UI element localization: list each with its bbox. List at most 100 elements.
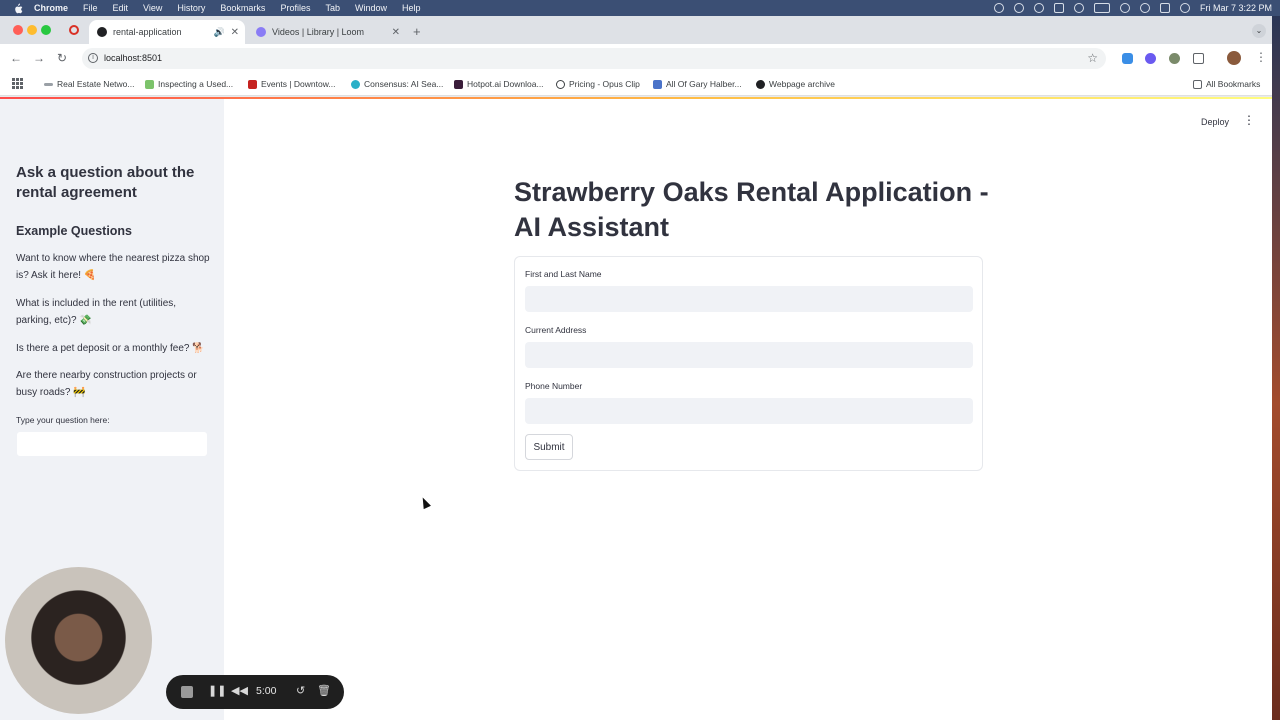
play-icon[interactable] [1033, 3, 1044, 13]
bookmark-item[interactable]: Inspecting a Used... [145, 79, 233, 89]
bookmark-item[interactable]: Pricing - Opus Clip [556, 79, 640, 89]
bookmark-favicon-icon [145, 79, 154, 89]
menu-view[interactable]: View [143, 3, 162, 13]
bookmark-star-icon[interactable]: ☆ [1087, 51, 1098, 65]
bookmark-label: Events | Downtow... [261, 79, 336, 89]
menu-history[interactable]: History [177, 3, 205, 13]
bookmark-label: Inspecting a Used... [158, 79, 234, 89]
loom-favicon-icon [256, 27, 266, 37]
bookmark-item[interactable]: Events | Downtow... [248, 79, 336, 89]
bookmark-item[interactable]: Consensus: AI Sea... [351, 79, 443, 89]
close-window-button[interactable] [13, 25, 23, 35]
speaker-icon[interactable]: 🔊 [214, 27, 225, 38]
example-question: Are there nearby construction projects o… [16, 370, 197, 398]
battery-icon[interactable] [1093, 3, 1110, 13]
mouse-cursor-icon [419, 495, 431, 510]
pause-icon[interactable]: ❚❚ [208, 684, 226, 697]
close-tab-icon[interactable]: ✕ [231, 27, 239, 38]
bookmark-item[interactable]: Real Estate Netwo... [44, 79, 134, 89]
moon-icon[interactable] [1013, 3, 1024, 13]
close-tab-icon[interactable]: ✕ [392, 27, 400, 38]
restart-icon[interactable]: ↺ [296, 684, 305, 697]
sidebar-title: Ask a question about the rental agreemen… [16, 164, 195, 201]
main-menu-icon[interactable]: ⋮ [1243, 113, 1255, 127]
app-page: Ask a question about the rental agreemen… [0, 99, 1272, 720]
bookmark-label: Webpage archive [769, 79, 835, 89]
extension-icon[interactable] [1169, 53, 1180, 64]
all-bookmarks-label: All Bookmarks [1206, 79, 1261, 89]
name-field[interactable] [525, 286, 973, 312]
menu-edit[interactable]: Edit [113, 3, 129, 13]
recording-controls: ❚❚ ◀◀ 5:00 ↺ 🗑 [166, 675, 344, 709]
browser-menu-icon[interactable]: ⋮ [1255, 50, 1267, 64]
recording-indicator-icon [69, 25, 79, 35]
url-text[interactable]: localhost:8501 [104, 53, 162, 63]
bookmark-favicon-icon [351, 79, 360, 89]
streamlit-favicon-icon [97, 27, 107, 37]
menu-help[interactable]: Help [402, 3, 421, 13]
submit-button[interactable]: Submit [525, 434, 573, 460]
extension-icon[interactable] [1122, 53, 1133, 64]
tab-strip: rental-application 🔊 ✕ Videos | Library … [0, 16, 1272, 44]
extension-icon[interactable] [1145, 53, 1156, 64]
trash-icon[interactable]: 🗑 [317, 684, 331, 697]
status-icon[interactable] [993, 3, 1004, 13]
apple-icon[interactable] [12, 2, 24, 14]
deploy-button[interactable]: Deploy [1195, 115, 1235, 129]
bookmark-label: All Of Gary Halber... [666, 79, 742, 89]
question-input[interactable] [16, 431, 208, 457]
page-title: Strawberry Oaks Rental Application - AI … [514, 177, 989, 242]
bookmark-label: Real Estate Netwo... [57, 79, 135, 89]
zoom-window-button[interactable] [41, 25, 51, 35]
bookmark-favicon-icon [756, 79, 765, 89]
new-tab-button[interactable]: + [413, 24, 421, 39]
control-center-icon[interactable] [1159, 3, 1170, 13]
address-field[interactable] [525, 342, 973, 368]
menubar-clock[interactable]: Fri Mar 7 3:22 PM [1200, 3, 1272, 13]
browser-window: rental-application 🔊 ✕ Videos | Library … [0, 16, 1272, 99]
wifi-icon[interactable] [1119, 3, 1130, 13]
menu-bookmarks[interactable]: Bookmarks [220, 3, 265, 13]
airdrop-icon[interactable] [1073, 3, 1084, 13]
apps-grid-icon[interactable] [12, 78, 23, 89]
bookmark-item[interactable]: Webpage archive [756, 79, 835, 89]
menu-profiles[interactable]: Profiles [280, 3, 310, 13]
address-bar[interactable]: i localhost:8501 ☆ [82, 48, 1106, 69]
profile-avatar[interactable] [1227, 51, 1241, 65]
bluetooth-icon[interactable] [1053, 3, 1064, 13]
all-bookmarks-button[interactable]: All Bookmarks [1193, 79, 1260, 89]
recording-timer: 5:00 [256, 685, 277, 697]
tab-loom-videos[interactable]: Videos | Library | Loom ✕ [248, 20, 406, 44]
site-info-icon[interactable]: i [88, 53, 98, 63]
question-input-label: Type your question here: [16, 415, 110, 425]
menu-app-name[interactable]: Chrome [34, 3, 68, 13]
reload-icon[interactable]: ↻ [57, 51, 67, 65]
tab-label: rental-application [113, 27, 182, 37]
browser-toolbar: ← → ↻ i localhost:8501 ☆ ⋮ [0, 44, 1272, 72]
search-icon[interactable] [1139, 3, 1150, 13]
menu-file[interactable]: File [83, 3, 98, 13]
bookmark-item[interactable]: Hotpot.ai Downloa... [454, 79, 544, 89]
phone-field[interactable] [525, 398, 973, 424]
siri-icon[interactable] [1179, 3, 1190, 13]
menu-window[interactable]: Window [355, 3, 387, 13]
tab-search-icon[interactable]: ⌄ [1252, 24, 1266, 38]
webcam-bubble[interactable] [5, 567, 152, 714]
example-question: Want to know where the nearest pizza sho… [16, 253, 210, 281]
forward-icon[interactable]: → [33, 51, 45, 65]
tab-rental-application[interactable]: rental-application 🔊 ✕ [89, 20, 245, 44]
macos-menubar: Chrome File Edit View History Bookmarks … [0, 0, 1280, 16]
bookmark-favicon-icon [556, 79, 565, 89]
bookmark-favicon-icon [454, 79, 463, 89]
menu-tab[interactable]: Tab [325, 3, 340, 13]
extensions-puzzle-icon[interactable] [1193, 53, 1204, 64]
rewind-icon[interactable]: ◀◀ [231, 684, 248, 697]
example-question: What is included in the rent (utilities,… [16, 298, 177, 326]
minimize-window-button[interactable] [27, 25, 37, 35]
tab-label: Videos | Library | Loom [272, 27, 365, 37]
back-icon[interactable]: ← [10, 51, 22, 65]
bookmark-item[interactable]: All Of Gary Halber... [653, 79, 742, 89]
sidebar-subtitle: Example Questions [16, 224, 133, 238]
address-field-label: Current Address [525, 325, 587, 335]
stop-recording-button[interactable] [181, 686, 193, 698]
